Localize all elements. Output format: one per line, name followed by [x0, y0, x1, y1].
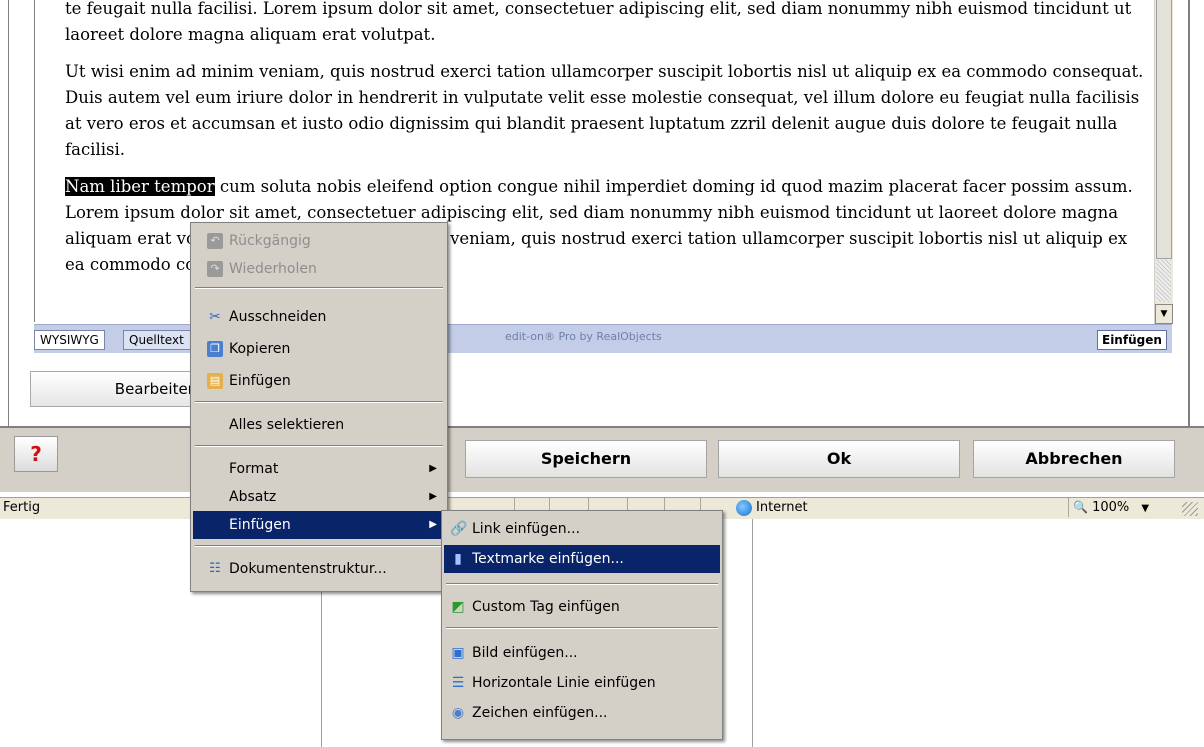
scrollbar-thumb[interactable] [1156, 0, 1172, 259]
tag-icon: ◩ [451, 599, 465, 615]
editor-brand: edit-on® Pro by RealObjects [505, 330, 662, 343]
chevron-right-icon: ▶ [429, 519, 437, 530]
cancel-button[interactable]: Abbrechen [973, 440, 1175, 478]
menu-item-insert-hr[interactable]: ☰ Horizontale Linie einfügen [444, 669, 720, 697]
chevron-down-icon: ▼ [1141, 503, 1150, 514]
menu-separator [195, 287, 443, 289]
menu-separator [446, 583, 718, 585]
ok-button[interactable]: Ok [718, 440, 960, 478]
security-zone: Internet [756, 500, 808, 515]
pane-divider [752, 519, 753, 747]
menu-separator [446, 627, 718, 629]
menu-item-insert-link[interactable]: 🔗 Link einfügen... [444, 515, 720, 543]
tree-icon: ☷ [209, 561, 221, 576]
menu-item-select-all[interactable]: Alles selektieren [193, 411, 445, 439]
menu-separator [195, 445, 443, 447]
menu-item-insert-custom-tag[interactable]: ◩ Custom Tag einfügen [444, 593, 720, 621]
help-icon: ? [30, 442, 42, 466]
zoom-control[interactable]: 🔍 100% ▼ [1068, 498, 1183, 517]
scissors-icon: ✂ [209, 309, 221, 325]
scrollbar-track[interactable] [1156, 260, 1171, 302]
menu-item-paste[interactable]: ▤ Einfügen [193, 367, 445, 395]
special-character-icon: ◉ [451, 705, 465, 721]
menu-item-insert-image[interactable]: ▣ Bild einfügen... [444, 639, 720, 667]
frame-left-border [8, 0, 9, 426]
link-icon: 🔗 [450, 521, 468, 537]
context-menu: ↶ Rückgängig ↷ Wiederholen ✂ Ausschneide… [190, 222, 448, 592]
insert-mode-indicator: Einfügen [1097, 330, 1167, 350]
menu-separator [195, 545, 443, 547]
paragraph: Ut wisi enim ad minim veniam, quis nostr… [65, 62, 1144, 159]
frame-right-border [1188, 0, 1190, 426]
zoom-level: 100% [1092, 500, 1130, 515]
undo-icon: ↶ [207, 233, 223, 249]
magnifier-icon: 🔍 [1073, 500, 1088, 514]
redo-icon: ↷ [207, 261, 223, 277]
menu-item-insert[interactable]: Einfügen ▶ [193, 511, 445, 539]
help-button[interactable]: ? [14, 436, 58, 472]
menu-item-document-structure[interactable]: ☷ Dokumentenstruktur... [193, 555, 445, 583]
menu-separator [195, 401, 443, 403]
save-button[interactable]: Speichern [465, 440, 707, 478]
menu-item-insert-bookmark[interactable]: ▮ Textmarke einfügen... [444, 545, 720, 573]
bookmark-icon: ▮ [454, 551, 462, 567]
menu-item-undo[interactable]: ↶ Rückgängig [193, 227, 445, 255]
paragraph: te feugait nulla facilisi. Lorem ipsum d… [65, 0, 1132, 44]
menu-item-paragraph[interactable]: Absatz ▶ [193, 483, 445, 511]
menu-item-insert-char[interactable]: ◉ Zeichen einfügen... [444, 699, 720, 727]
status-text: Fertig [3, 500, 41, 515]
menu-item-cut[interactable]: ✂ Ausschneiden [193, 303, 445, 331]
selected-text[interactable]: Nam liber tempor [65, 177, 215, 196]
paste-icon: ▤ [207, 373, 223, 389]
chevron-right-icon: ▶ [429, 463, 437, 474]
chevron-right-icon: ▶ [429, 491, 437, 502]
horizontal-line-icon: ☰ [451, 675, 465, 691]
scroll-down-icon[interactable]: ▼ [1155, 304, 1173, 324]
menu-item-format[interactable]: Format ▶ [193, 455, 445, 483]
menu-item-redo[interactable]: ↷ Wiederholen [193, 255, 445, 283]
image-icon: ▣ [451, 645, 465, 661]
insert-submenu: 🔗 Link einfügen... ▮ Textmarke einfügen.… [441, 510, 723, 740]
resize-grip-icon[interactable] [1182, 502, 1198, 516]
globe-icon [736, 500, 752, 516]
tab-wysiwyg[interactable]: WYSIWYG [34, 330, 105, 350]
tab-source[interactable]: Quelltext [123, 330, 197, 350]
copy-icon: ❐ [207, 341, 223, 357]
menu-item-copy[interactable]: ❐ Kopieren [193, 335, 445, 363]
